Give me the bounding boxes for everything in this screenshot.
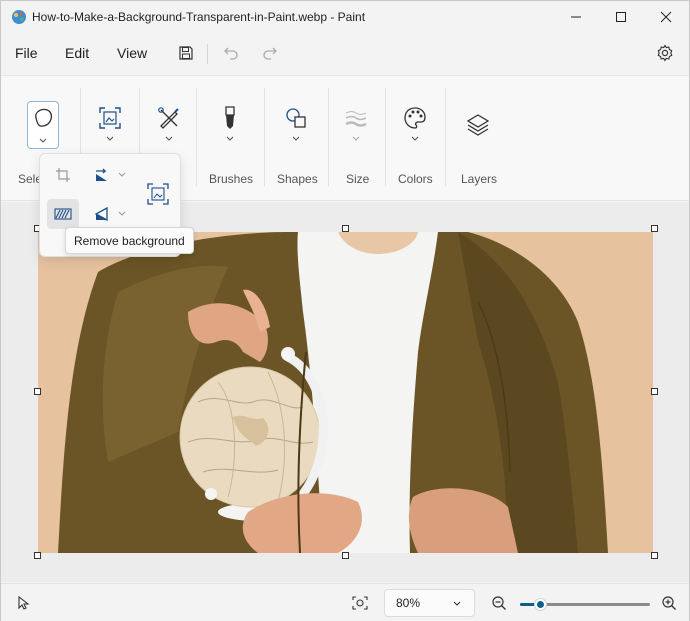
resize-handle-bottom-left[interactable] bbox=[34, 552, 41, 559]
menu-separator bbox=[207, 44, 208, 64]
window-title: How-to-Make-a-Background-Transparent-in-… bbox=[32, 10, 366, 24]
zoom-in-icon bbox=[662, 596, 676, 610]
close-icon bbox=[660, 11, 672, 23]
image-resize-icon bbox=[99, 107, 121, 129]
tools-icon bbox=[158, 107, 179, 129]
zoom-level-select[interactable]: 80% bbox=[384, 589, 475, 617]
paint-window: How-to-Make-a-Background-Transparent-in-… bbox=[0, 0, 690, 621]
zoom-out-button[interactable] bbox=[491, 595, 507, 611]
menu-view[interactable]: View bbox=[117, 45, 147, 61]
pointer-icon bbox=[18, 595, 30, 610]
resize-image-button[interactable] bbox=[144, 180, 172, 208]
zoom-slider-thumb[interactable] bbox=[533, 598, 547, 611]
shapes-icon bbox=[286, 108, 306, 128]
chevron-down-icon bbox=[292, 136, 300, 141]
menu-edit[interactable]: Edit bbox=[65, 45, 89, 61]
chevron-down-icon bbox=[106, 136, 114, 141]
group-label-colors: Colors bbox=[398, 172, 433, 186]
minimize-button[interactable] bbox=[553, 1, 599, 33]
ribbon-separator bbox=[385, 88, 386, 186]
title-bar[interactable]: How-to-Make-a-Background-Transparent-in-… bbox=[1, 1, 689, 33]
chevron-down-icon bbox=[352, 136, 360, 141]
rotate-button[interactable] bbox=[90, 162, 130, 188]
zoom-in-button[interactable] bbox=[661, 595, 677, 611]
tools-button[interactable] bbox=[154, 103, 184, 143]
close-button[interactable] bbox=[643, 1, 689, 33]
menu-file[interactable]: File bbox=[15, 45, 38, 61]
zoom-out-icon bbox=[492, 596, 506, 610]
photo-man-holding-globe bbox=[38, 232, 653, 553]
flip-icon bbox=[94, 206, 108, 222]
ribbon-separator bbox=[328, 88, 329, 186]
redo-icon bbox=[263, 47, 277, 60]
settings-icon bbox=[657, 44, 673, 62]
resize-handle-left[interactable] bbox=[34, 388, 41, 395]
brushes-button[interactable] bbox=[215, 103, 245, 143]
canvas-area[interactable] bbox=[1, 202, 689, 582]
shapes-button[interactable] bbox=[281, 103, 311, 143]
fit-to-window-icon bbox=[352, 596, 368, 610]
undo-icon bbox=[224, 47, 238, 60]
pointer-button[interactable] bbox=[15, 595, 31, 611]
group-label-shapes: Shapes bbox=[277, 172, 318, 186]
brush-icon bbox=[225, 106, 235, 129]
line-size-icon bbox=[345, 111, 367, 127]
remove-background-icon bbox=[54, 208, 72, 220]
chevron-down-icon bbox=[39, 138, 47, 143]
colors-button[interactable] bbox=[400, 103, 430, 143]
chevron-down-icon bbox=[118, 172, 126, 177]
fit-to-window-button[interactable] bbox=[351, 595, 369, 611]
resize-handle-top-right[interactable] bbox=[651, 225, 658, 232]
menu-bar: File Edit View bbox=[1, 37, 689, 69]
settings-button[interactable] bbox=[655, 43, 675, 63]
rotate-icon bbox=[96, 168, 107, 181]
resize-handle-right[interactable] bbox=[651, 388, 658, 395]
undo-button[interactable] bbox=[221, 43, 241, 63]
status-bar: 80% bbox=[1, 583, 689, 621]
paint-app-icon bbox=[11, 9, 27, 25]
crop-icon bbox=[56, 168, 70, 182]
maximize-icon bbox=[616, 12, 626, 22]
group-label-size: Size bbox=[346, 172, 370, 186]
ribbon-separator bbox=[445, 88, 446, 186]
remove-background-button[interactable] bbox=[47, 199, 79, 229]
layers-icon bbox=[466, 114, 490, 136]
group-label-brushes: Brushes bbox=[209, 172, 254, 186]
chevron-down-icon bbox=[165, 136, 173, 141]
chevron-down-icon bbox=[226, 136, 234, 141]
resize-handle-bottom[interactable] bbox=[342, 552, 349, 559]
zoom-level-value: 80% bbox=[396, 596, 421, 610]
save-button[interactable] bbox=[176, 43, 196, 63]
resize-handle-bottom-right[interactable] bbox=[651, 552, 658, 559]
ribbon-separator bbox=[196, 88, 197, 186]
crop-button[interactable] bbox=[50, 162, 76, 188]
flip-button[interactable] bbox=[90, 201, 130, 227]
palette-icon bbox=[404, 107, 426, 129]
canvas-image[interactable] bbox=[38, 232, 653, 553]
chevron-down-icon bbox=[118, 211, 126, 216]
save-icon bbox=[179, 46, 193, 60]
ribbon-separator bbox=[264, 88, 265, 186]
redo-button[interactable] bbox=[260, 43, 280, 63]
chevron-down-icon bbox=[453, 601, 461, 606]
lasso-select-icon bbox=[35, 108, 53, 127]
minimize-icon bbox=[571, 16, 581, 18]
layers-button[interactable] bbox=[463, 110, 493, 140]
chevron-down-icon bbox=[411, 136, 419, 141]
maximize-button[interactable] bbox=[598, 1, 644, 33]
size-button[interactable] bbox=[341, 103, 371, 143]
image-tools-button[interactable] bbox=[95, 103, 125, 143]
remove-background-tooltip: Remove background bbox=[65, 227, 194, 254]
image-resize-icon bbox=[147, 183, 169, 205]
resize-handle-top[interactable] bbox=[342, 225, 349, 232]
group-label-layers: Layers bbox=[461, 172, 498, 186]
selection-tool-button[interactable] bbox=[27, 101, 59, 149]
